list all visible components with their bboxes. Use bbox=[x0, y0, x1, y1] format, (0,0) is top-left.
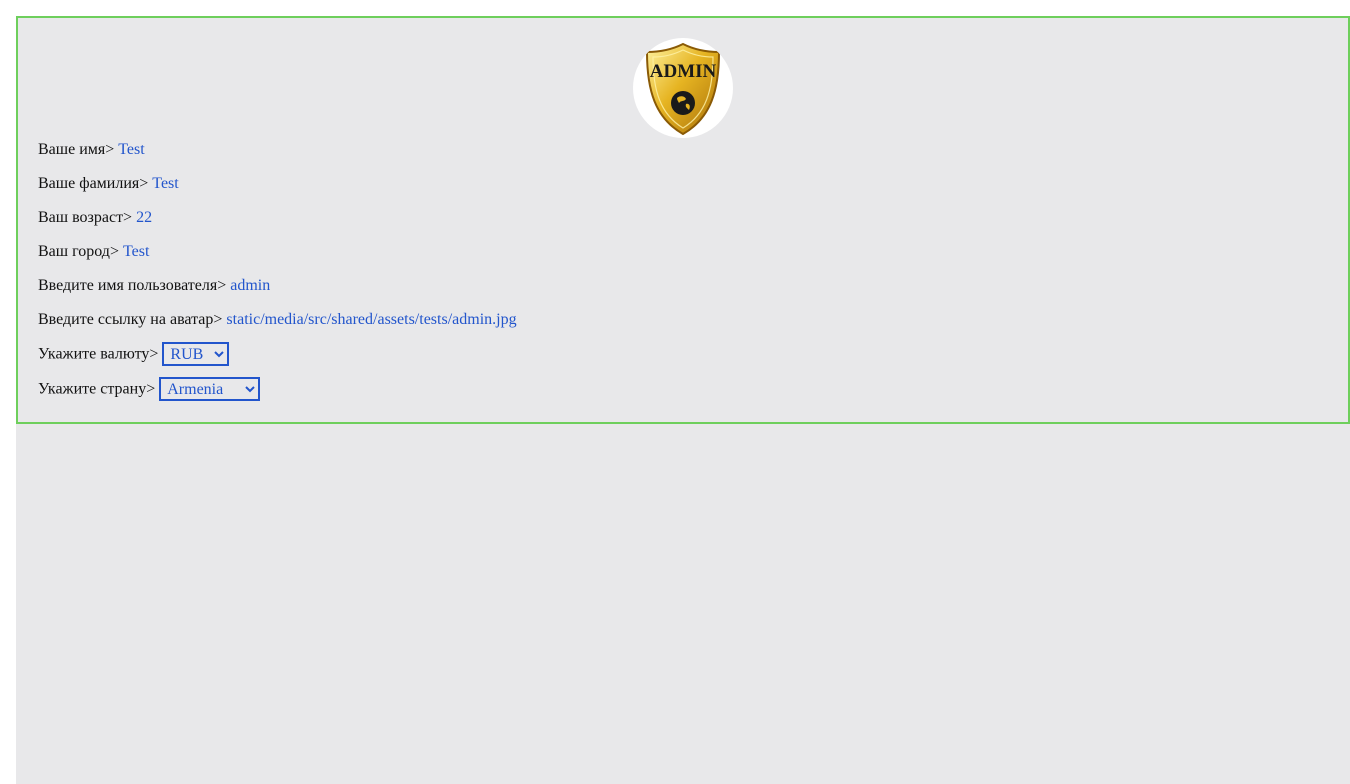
city-value[interactable]: Test bbox=[123, 243, 149, 260]
avatar-link-label: Введите ссылку на аватар> bbox=[38, 311, 223, 328]
profile-card: ADMIN Ваше имя> Test Ваше фамилия> Test Ва… bbox=[16, 16, 1350, 424]
admin-shield-icon: ADMIN bbox=[645, 42, 721, 136]
last-name-label: Ваше фамилия> bbox=[38, 175, 149, 192]
field-age: Ваш возраст> 22 bbox=[38, 209, 152, 227]
last-name-value[interactable]: Test bbox=[152, 175, 178, 192]
field-currency: Укажите валюту> RUB bbox=[38, 342, 230, 366]
field-username: Введите имя пользователя> admin bbox=[38, 277, 270, 295]
field-avatar-link: Введите ссылку на аватар> static/media/sr… bbox=[38, 311, 517, 329]
avatar-text: ADMIN bbox=[650, 61, 717, 82]
currency-label: Укажите валюту> bbox=[38, 345, 159, 363]
country-label: Укажите страну> bbox=[38, 380, 156, 398]
currency-select[interactable]: RUB bbox=[162, 342, 230, 366]
first-name-value[interactable]: Test bbox=[118, 141, 144, 158]
city-label: Ваш город> bbox=[38, 243, 119, 260]
age-label: Ваш возраст> bbox=[38, 209, 133, 226]
first-name-label: Ваше имя> bbox=[38, 141, 115, 158]
field-country: Укажите страну> Armenia bbox=[38, 377, 261, 401]
username-value[interactable]: admin bbox=[230, 277, 270, 294]
field-first-name: Ваше имя> Test bbox=[38, 141, 145, 159]
avatar: ADMIN bbox=[633, 38, 733, 138]
country-select[interactable]: Armenia bbox=[159, 377, 261, 401]
field-city: Ваш город> Test bbox=[38, 243, 149, 261]
age-value[interactable]: 22 bbox=[136, 209, 152, 226]
username-label: Введите имя пользователя> bbox=[38, 277, 227, 294]
page-background: ADMIN Ваше имя> Test Ваше фамилия> Test Ва… bbox=[16, 16, 1350, 784]
avatar-link-value[interactable]: static/media/src/shared/assets/tests/adm… bbox=[226, 311, 516, 328]
field-last-name: Ваше фамилия> Test bbox=[38, 175, 179, 193]
